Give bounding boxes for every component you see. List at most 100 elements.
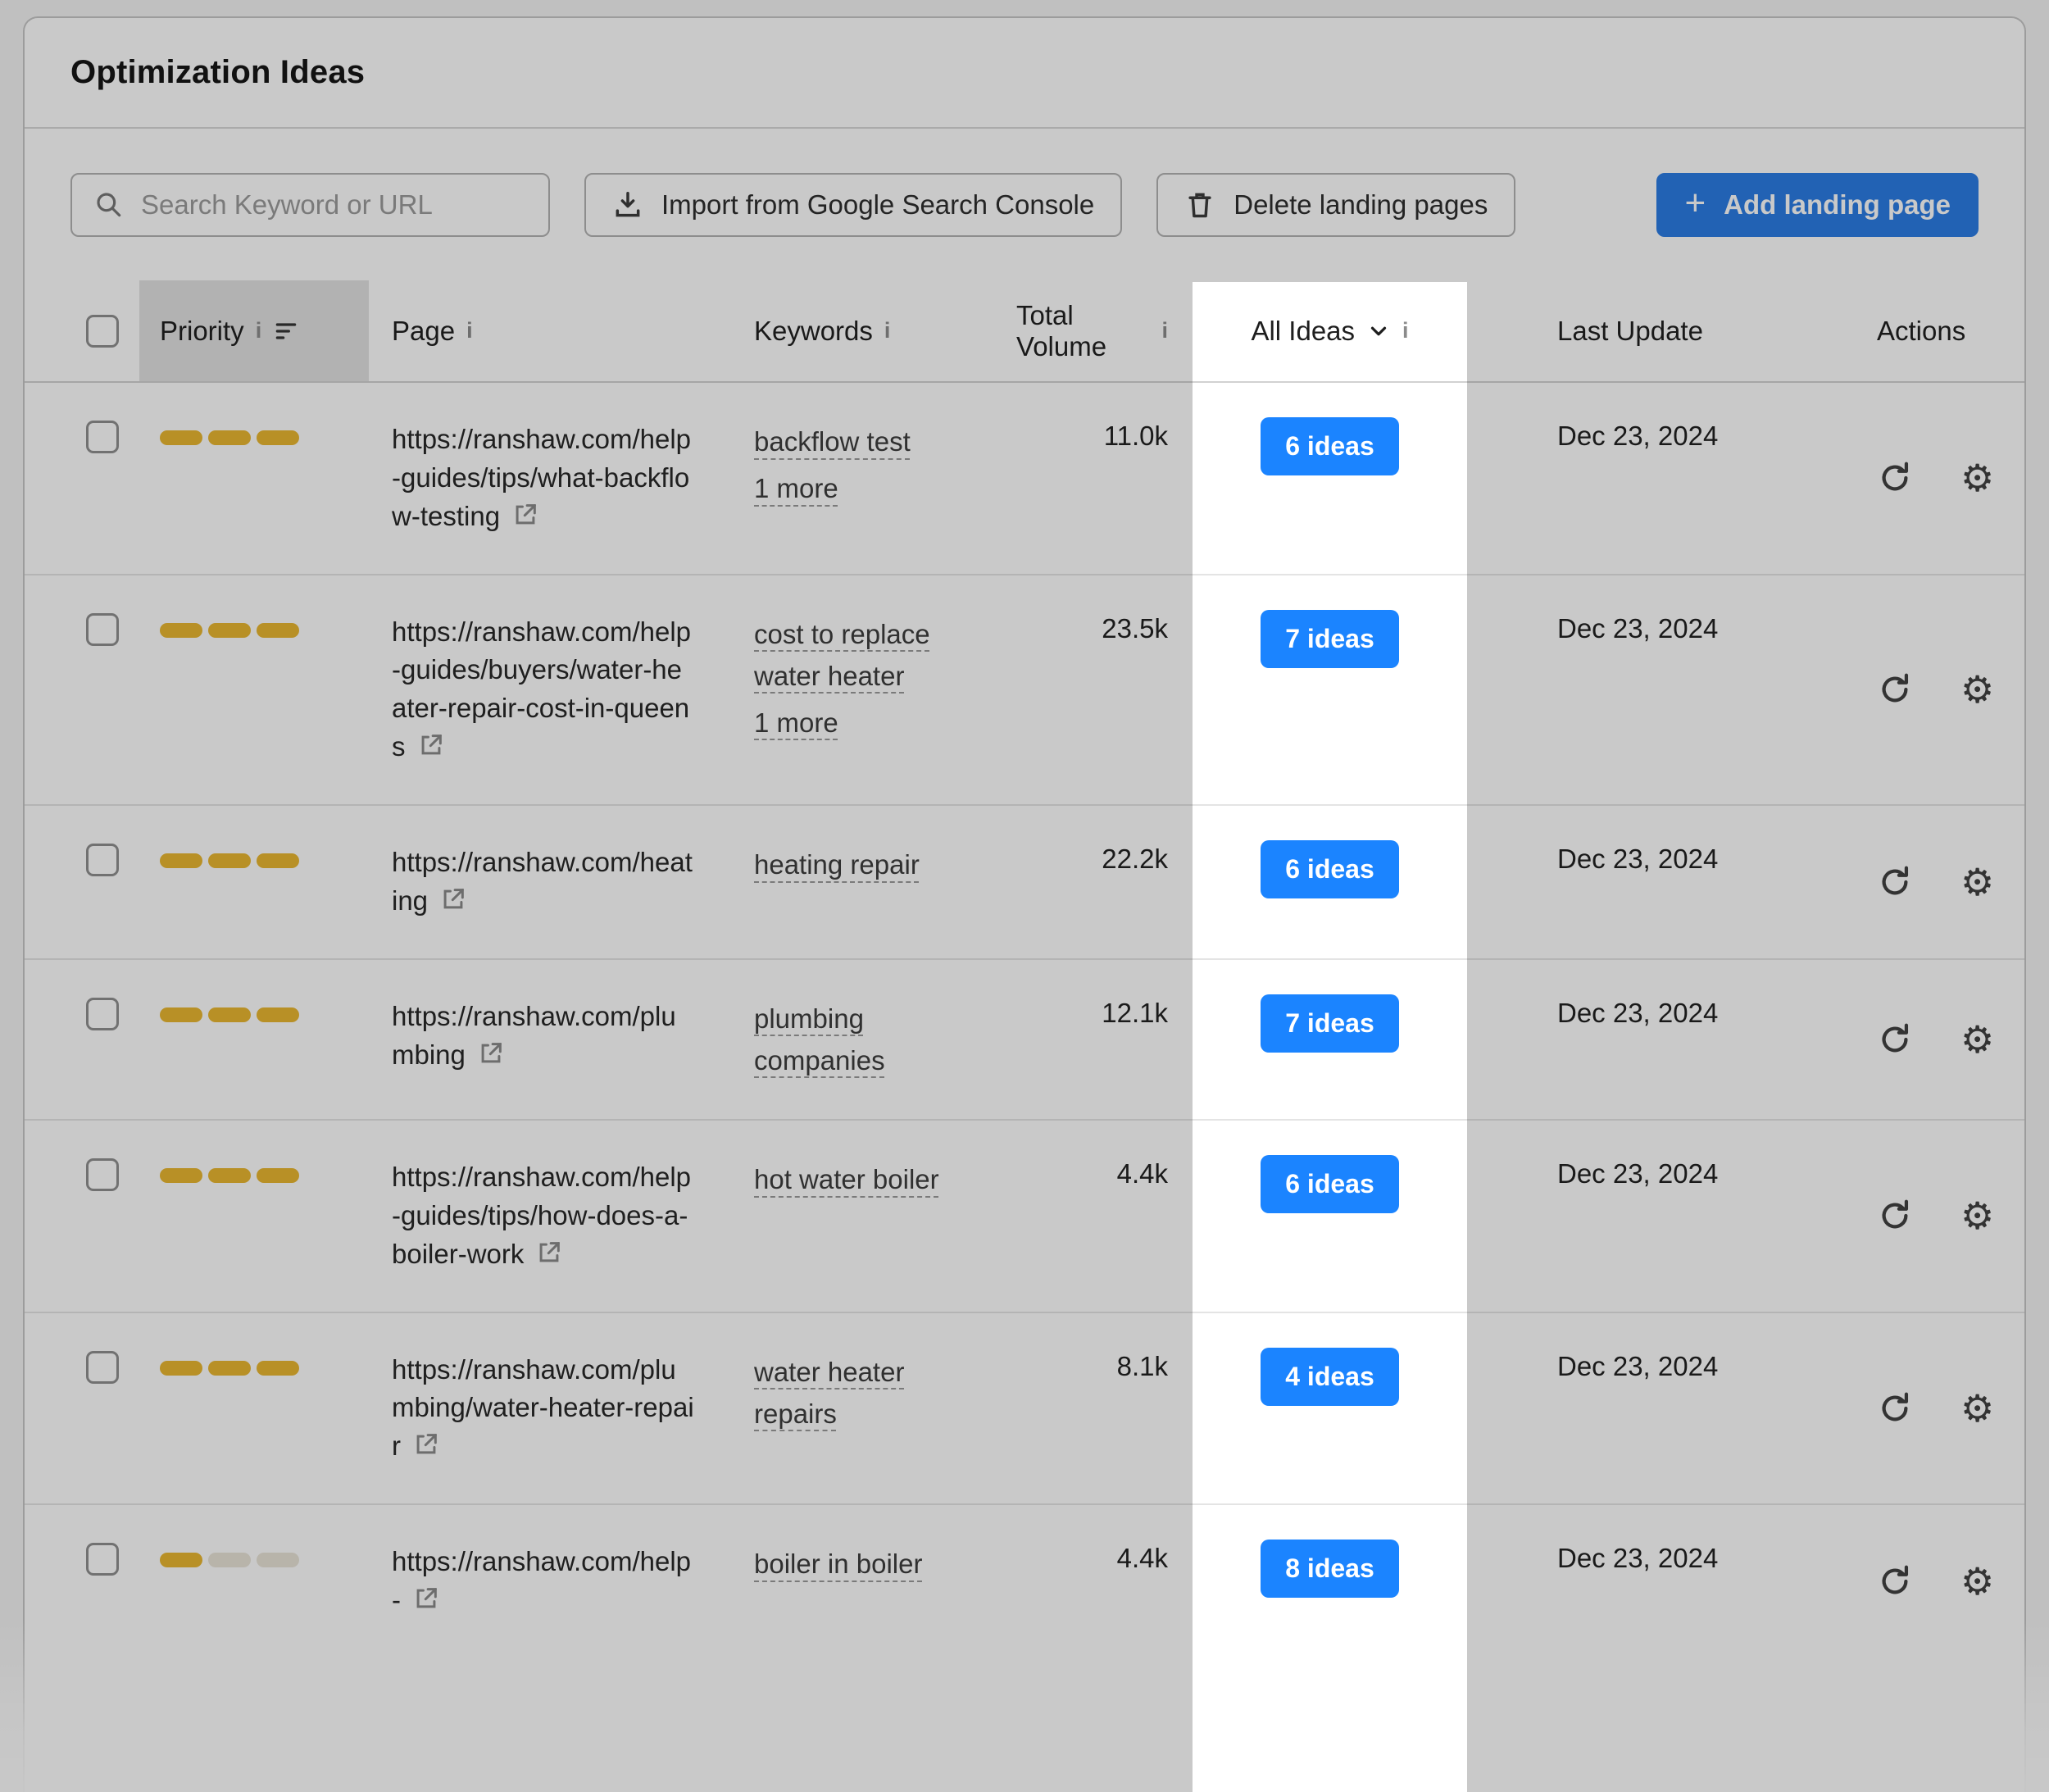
refresh-icon[interactable] bbox=[1877, 1390, 1913, 1426]
gear-icon[interactable]: ⚙ bbox=[1960, 671, 1994, 708]
priority-cell bbox=[139, 960, 369, 1119]
table-row: https://ranshaw.com/help-guides/tips/wha… bbox=[25, 383, 2024, 574]
ideas-button[interactable]: 6 ideas bbox=[1261, 840, 1399, 899]
sort-desc-icon[interactable] bbox=[273, 318, 299, 344]
info-icon[interactable]: i bbox=[466, 318, 473, 343]
keyword-link[interactable]: hot water boiler bbox=[754, 1158, 939, 1200]
external-link-icon[interactable] bbox=[439, 885, 467, 920]
page-cell: https://ranshaw.com/heating bbox=[369, 806, 729, 958]
row-checkbox[interactable] bbox=[86, 1543, 119, 1576]
gear-icon[interactable]: ⚙ bbox=[1960, 1021, 1994, 1058]
keyword-link[interactable]: cost to replace water heater bbox=[754, 613, 984, 697]
refresh-icon[interactable] bbox=[1877, 864, 1913, 900]
row-checkbox[interactable] bbox=[86, 421, 119, 453]
total-volume-value: 4.4k bbox=[1116, 1158, 1168, 1189]
row-checkbox[interactable] bbox=[86, 997, 119, 1030]
priority-indicator bbox=[160, 853, 299, 869]
row-checkbox[interactable] bbox=[86, 612, 119, 646]
info-icon[interactable]: i bbox=[256, 318, 262, 343]
table-row: https://ranshaw.com/help- boiler in boil… bbox=[25, 1503, 2024, 1658]
gear-icon[interactable]: ⚙ bbox=[1960, 863, 1994, 901]
import-gsc-label: Import from Google Search Console bbox=[661, 189, 1095, 220]
search-placeholder: Search Keyword or URL bbox=[141, 189, 433, 220]
keyword-link[interactable]: boiler in boiler bbox=[754, 1543, 922, 1585]
gear-icon[interactable]: ⚙ bbox=[1960, 1197, 1994, 1235]
actions-cell: ⚙ bbox=[1795, 863, 2024, 901]
select-all-cell bbox=[25, 280, 139, 381]
ideas-cell: 7 ideas bbox=[1193, 960, 1467, 1119]
priority-cell bbox=[139, 1121, 369, 1312]
keywords-cell: water heater repairs bbox=[729, 1313, 1016, 1504]
last-update-value: Dec 23, 2024 bbox=[1557, 844, 1719, 875]
column-header-keywords[interactable]: Keywords i bbox=[729, 280, 1016, 381]
keyword-link[interactable]: heating repair bbox=[754, 844, 920, 885]
priority-header-label: Priority bbox=[160, 315, 244, 346]
external-link-icon[interactable] bbox=[535, 1239, 563, 1273]
chevron-down-icon[interactable] bbox=[1366, 319, 1391, 343]
keywords-cell: hot water boiler bbox=[729, 1121, 1016, 1312]
ideas-cell: 6 ideas bbox=[1193, 383, 1467, 574]
refresh-icon[interactable] bbox=[1877, 460, 1913, 496]
column-header-all-ideas[interactable]: All Ideas i bbox=[1193, 280, 1467, 381]
table-row: https://ranshaw.com/heating heating repa… bbox=[25, 804, 2024, 958]
delete-landing-pages-label: Delete landing pages bbox=[1233, 189, 1488, 220]
more-keywords-link[interactable]: 1 more bbox=[754, 702, 838, 744]
refresh-icon[interactable] bbox=[1877, 1198, 1913, 1234]
page-url: https://ranshaw.com/plumbing bbox=[392, 1000, 676, 1070]
gear-icon[interactable]: ⚙ bbox=[1960, 1562, 1994, 1600]
keywords-cell: boiler in boiler bbox=[729, 1505, 1016, 1658]
external-link-icon[interactable] bbox=[511, 501, 539, 535]
row-select-cell bbox=[25, 1121, 139, 1312]
keywords-cell: cost to replace water heater 1 more bbox=[729, 575, 1016, 804]
refresh-icon[interactable] bbox=[1877, 671, 1913, 707]
ideas-button[interactable]: 7 ideas bbox=[1261, 609, 1399, 668]
keyword-link[interactable]: backflow test bbox=[754, 421, 911, 462]
ideas-button[interactable]: 4 ideas bbox=[1261, 1347, 1399, 1406]
priority-indicator bbox=[160, 1360, 299, 1376]
select-all-checkbox[interactable] bbox=[86, 314, 119, 348]
delete-landing-pages-button[interactable]: Delete landing pages bbox=[1156, 172, 1516, 237]
import-gsc-button[interactable]: Import from Google Search Console bbox=[584, 172, 1123, 237]
external-link-icon[interactable] bbox=[417, 731, 445, 766]
total-volume-value: 11.0k bbox=[1103, 421, 1168, 451]
table-body: https://ranshaw.com/help-guides/tips/wha… bbox=[25, 383, 2024, 1658]
ideas-button[interactable]: 6 ideas bbox=[1261, 1155, 1399, 1214]
keyword-link[interactable]: water heater repairs bbox=[754, 1351, 984, 1435]
column-header-priority[interactable]: Priority i bbox=[139, 280, 369, 381]
actions-cell: ⚙ bbox=[1795, 1562, 2024, 1600]
ideas-button[interactable]: 7 ideas bbox=[1261, 994, 1399, 1053]
toolbar: Search Keyword or URL Import from Google… bbox=[25, 129, 2024, 280]
info-icon[interactable]: i bbox=[884, 318, 891, 343]
add-landing-page-button[interactable]: + Add landing page bbox=[1656, 172, 1979, 237]
page-title: Optimization Ideas bbox=[70, 54, 366, 90]
last-update-value: Dec 23, 2024 bbox=[1557, 612, 1719, 644]
column-header-total-volume[interactable]: Total Volume i bbox=[1016, 280, 1193, 381]
actions-cell: ⚙ bbox=[1795, 1197, 2024, 1235]
row-checkbox[interactable] bbox=[86, 1350, 119, 1384]
page-cell: https://ranshaw.com/plumbing bbox=[369, 960, 729, 1119]
ideas-button[interactable]: 8 ideas bbox=[1261, 1540, 1399, 1599]
keywords-header-label: Keywords bbox=[754, 315, 873, 346]
gear-icon[interactable]: ⚙ bbox=[1960, 459, 1994, 497]
more-keywords-link[interactable]: 1 more bbox=[754, 467, 838, 509]
ideas-button[interactable]: 6 ideas bbox=[1261, 417, 1399, 475]
external-link-icon[interactable] bbox=[412, 1585, 440, 1619]
priority-indicator bbox=[160, 1007, 299, 1022]
external-link-icon[interactable] bbox=[477, 1039, 505, 1074]
row-checkbox[interactable] bbox=[86, 844, 119, 877]
actions-cell: ⚙ bbox=[1795, 1021, 2024, 1058]
refresh-icon[interactable] bbox=[1877, 1563, 1913, 1599]
search-input[interactable]: Search Keyword or URL bbox=[70, 172, 550, 237]
external-link-icon[interactable] bbox=[412, 1430, 440, 1465]
row-select-cell bbox=[25, 383, 139, 574]
priority-indicator bbox=[160, 1168, 299, 1184]
refresh-icon[interactable] bbox=[1877, 1021, 1913, 1057]
keyword-link[interactable]: plumbing companies bbox=[754, 998, 984, 1081]
column-header-last-update: Last Update bbox=[1467, 280, 1795, 381]
column-header-page[interactable]: Page i bbox=[369, 280, 729, 381]
gear-icon[interactable]: ⚙ bbox=[1960, 1389, 1994, 1427]
info-icon[interactable]: i bbox=[1161, 318, 1168, 343]
total-volume-value: 23.5k bbox=[1102, 612, 1168, 644]
row-checkbox[interactable] bbox=[86, 1158, 119, 1192]
info-icon[interactable]: i bbox=[1402, 318, 1409, 343]
